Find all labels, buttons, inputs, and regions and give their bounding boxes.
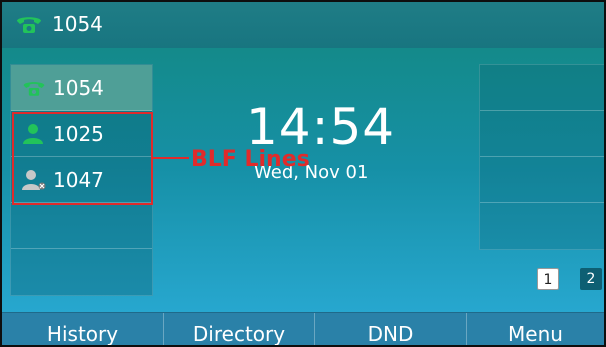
right-key-empty[interactable] bbox=[480, 65, 604, 111]
softkey-history[interactable]: History bbox=[2, 313, 164, 345]
page-indicator-1[interactable]: 1 bbox=[537, 268, 559, 290]
phone-handset-icon bbox=[23, 82, 45, 96]
account-number: 1054 bbox=[52, 12, 103, 36]
right-key-empty[interactable] bbox=[480, 111, 604, 157]
right-key-empty[interactable] bbox=[480, 157, 604, 203]
softkey-directory[interactable]: Directory bbox=[164, 313, 315, 345]
phone-display: 1054 1054 1025 1047 14:54 Wed, Nov 01 1 … bbox=[0, 0, 606, 347]
right-key-panel bbox=[479, 64, 604, 250]
softkey-menu[interactable]: Menu bbox=[467, 313, 604, 345]
blf-annotation-pointer bbox=[153, 157, 189, 159]
blf-annotation-label: BLF Lines bbox=[191, 147, 310, 172]
phone-handset-icon bbox=[17, 17, 41, 33]
blf-annotation-box bbox=[12, 112, 153, 205]
line-number: 1054 bbox=[53, 76, 104, 100]
line-key-empty[interactable] bbox=[11, 203, 152, 249]
page-indicator-2[interactable]: 2 bbox=[580, 268, 602, 290]
right-key-empty[interactable] bbox=[480, 203, 604, 249]
softkey-dnd[interactable]: DND bbox=[315, 313, 467, 345]
line-key-1054[interactable]: 1054 bbox=[11, 65, 152, 111]
softkey-bar: History Directory DND Menu bbox=[2, 312, 604, 345]
line-key-empty[interactable] bbox=[11, 249, 152, 295]
status-bar: 1054 bbox=[2, 2, 604, 48]
